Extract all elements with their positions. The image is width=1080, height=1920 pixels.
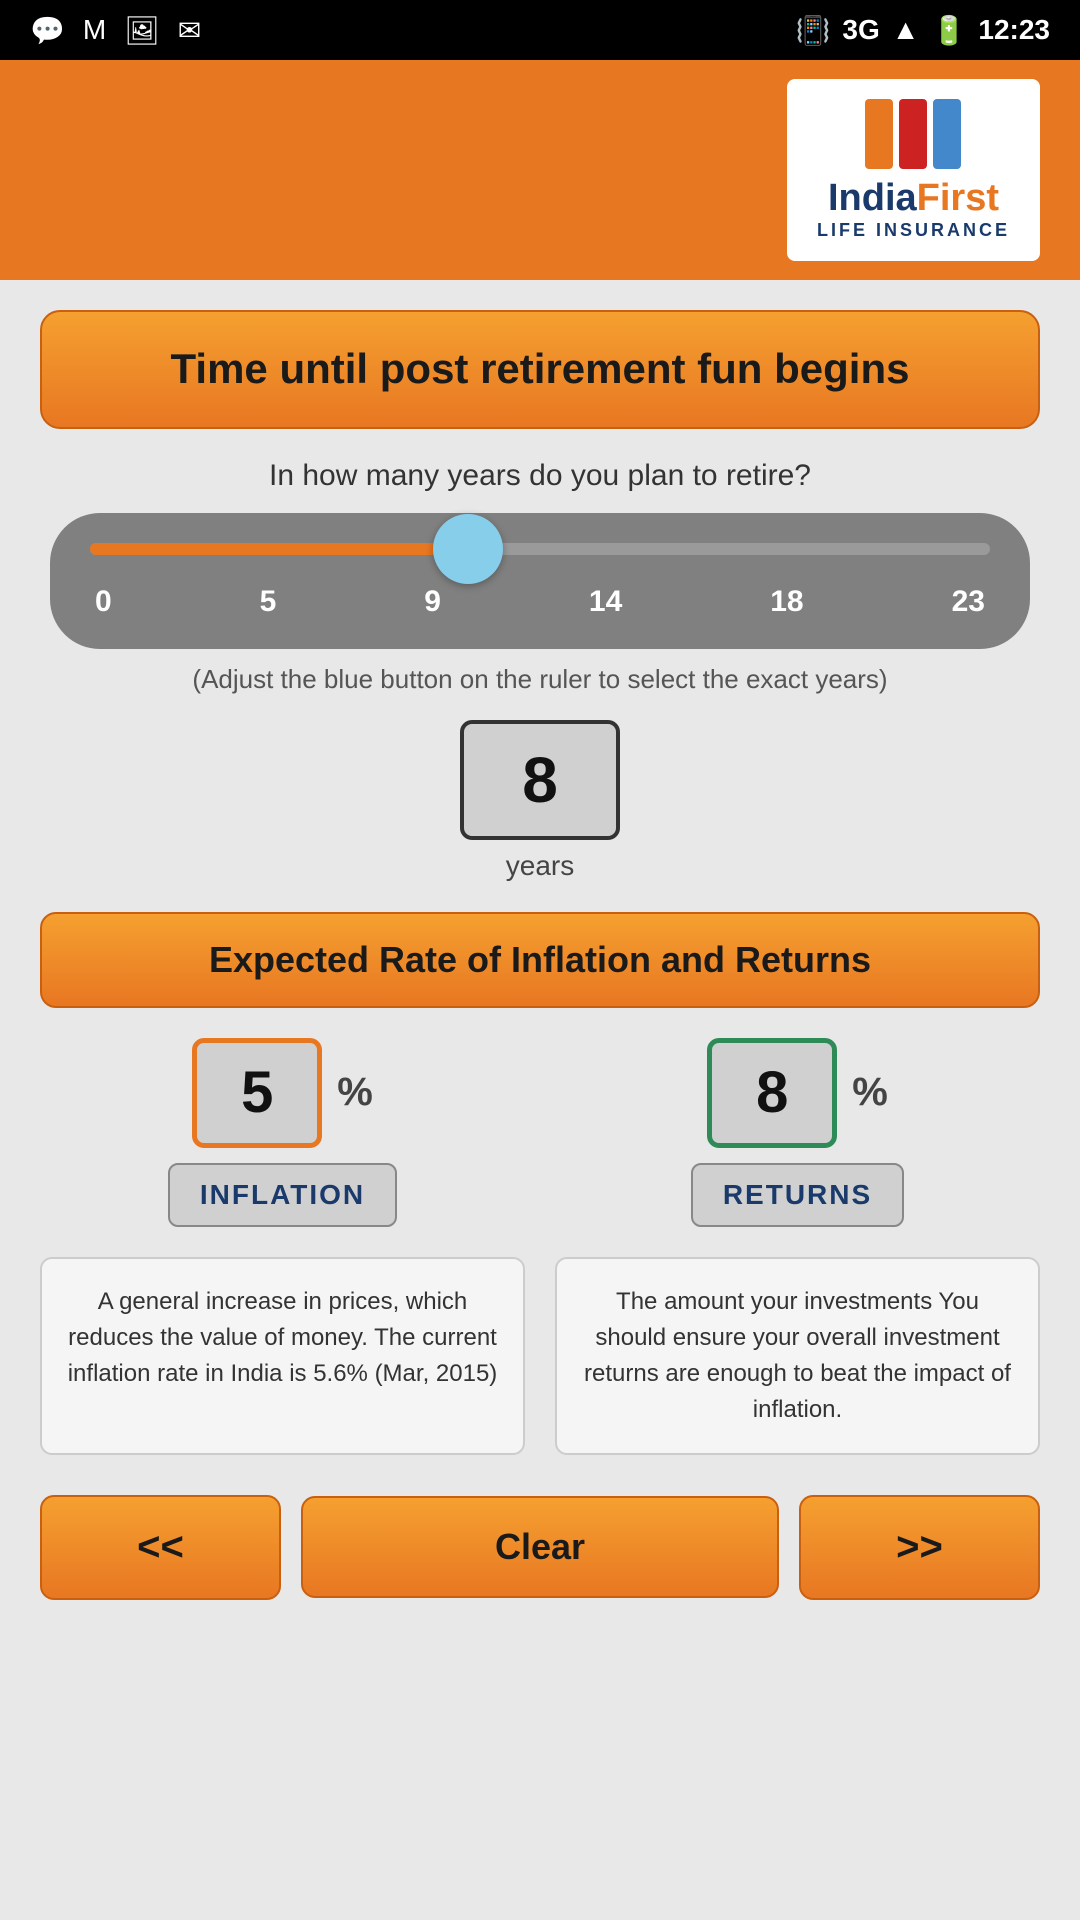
slider-thumb[interactable] (433, 514, 503, 584)
logo-first: First (917, 177, 999, 219)
logo-flag (865, 99, 961, 169)
network-label: 3G (842, 14, 879, 46)
slider-hint: (Adjust the blue button on the ruler to … (40, 664, 1040, 695)
value-display: 8 years (40, 720, 1040, 882)
status-right: 📳 3G ▲ 🔋 12:23 (796, 14, 1050, 47)
returns-label[interactable]: RETURNS (691, 1163, 904, 1227)
logo-india: India (828, 177, 917, 219)
page-title: Time until post retirement fun begins (82, 342, 998, 397)
time-display: 12:23 (978, 14, 1050, 46)
inflation-desc: A general increase in prices, which redu… (40, 1257, 525, 1455)
desc-cards: A general increase in prices, which redu… (40, 1257, 1040, 1455)
gmail-icon: M (83, 14, 106, 46)
inflation-label[interactable]: INFLATION (168, 1163, 397, 1227)
status-icons: 💬 M 🖼 ✉ (30, 14, 201, 47)
flag-orange (865, 99, 893, 169)
main-content: Time until post retirement fun begins In… (0, 280, 1080, 1630)
returns-desc: The amount your investments You should e… (555, 1257, 1040, 1455)
slider-container[interactable]: 0 5 9 14 18 23 (50, 513, 1030, 649)
slider-label-9: 9 (424, 585, 441, 619)
clear-button[interactable]: Clear (301, 1496, 779, 1598)
inflation-percent: % (337, 1070, 373, 1115)
inflation-value-box[interactable]: 5 (192, 1038, 322, 1148)
slider-label-18: 18 (770, 585, 803, 619)
slider-fill (90, 543, 468, 555)
battery-icon: 🔋 (932, 14, 967, 47)
rate-cards: 5 % INFLATION 8 % RETURNS (40, 1038, 1040, 1227)
section-header-text: Expected Rate of Inflation and Returns (72, 939, 1008, 981)
returns-value-box[interactable]: 8 (707, 1038, 837, 1148)
image-icon: 🖼 (124, 14, 160, 47)
returns-percent: % (852, 1070, 888, 1115)
returns-value-row: 8 % (707, 1038, 888, 1148)
logo-sub: LIFE INSURANCE (817, 220, 1010, 241)
bottom-buttons: << Clear >> (40, 1495, 1040, 1600)
slider-labels: 0 5 9 14 18 23 (90, 585, 990, 619)
section-header: Expected Rate of Inflation and Returns (40, 912, 1040, 1008)
logo-text: IndiaFirst (828, 177, 999, 220)
inflation-value-row: 5 % (192, 1038, 373, 1148)
slider-label-0: 0 (95, 585, 112, 619)
slider-track[interactable] (90, 543, 990, 555)
slider-label-23: 23 (952, 585, 985, 619)
flag-blue (933, 99, 961, 169)
next-button[interactable]: >> (799, 1495, 1040, 1600)
mail-icon: ✉ (178, 14, 201, 47)
title-box: Time until post retirement fun begins (40, 310, 1040, 429)
slider-label-5: 5 (260, 585, 277, 619)
retire-subtitle: In how many years do you plan to retire? (40, 459, 1040, 493)
years-value-box: 8 (460, 720, 620, 840)
inflation-card: 5 % INFLATION (40, 1038, 525, 1227)
vibrate-icon: 📳 (796, 14, 831, 47)
years-label: years (506, 850, 574, 882)
logo-area: IndiaFirst LIFE INSURANCE (787, 79, 1040, 261)
whatsapp-icon: 💬 (30, 14, 65, 47)
status-bar: 💬 M 🖼 ✉ 📳 3G ▲ 🔋 12:23 (0, 0, 1080, 60)
signal-icon: ▲ (892, 14, 920, 46)
flag-red (899, 99, 927, 169)
slider-label-14: 14 (589, 585, 622, 619)
returns-card: 8 % RETURNS (555, 1038, 1040, 1227)
prev-button[interactable]: << (40, 1495, 281, 1600)
header-banner: IndiaFirst LIFE INSURANCE (0, 60, 1080, 280)
